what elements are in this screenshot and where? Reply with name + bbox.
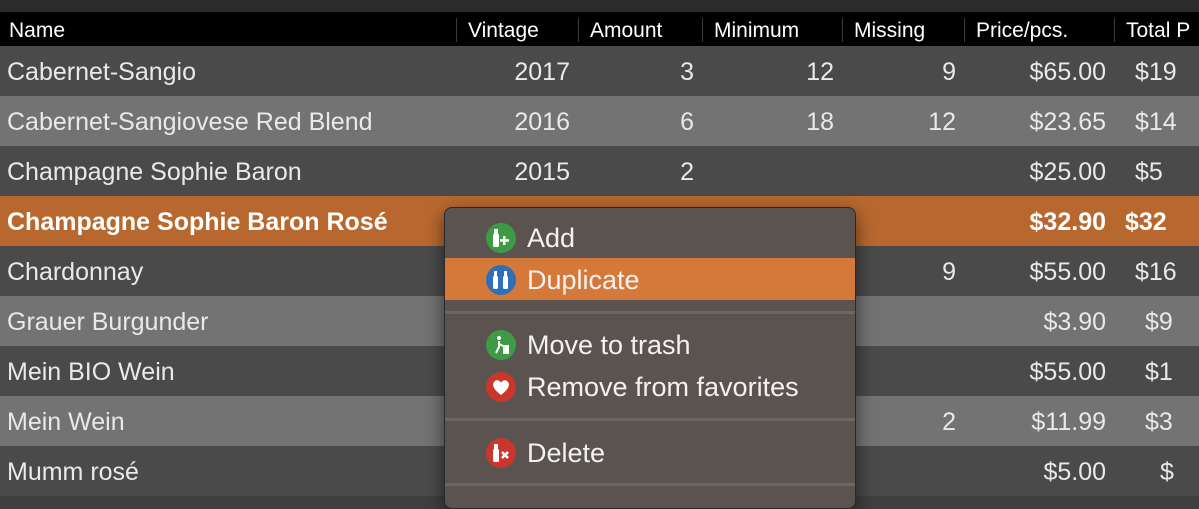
context-menu: Add Duplicate Move to trash Remove from … bbox=[444, 207, 856, 509]
cell-total: $ bbox=[1160, 458, 1174, 486]
menu-item-label: Delete bbox=[527, 438, 606, 468]
cell-name: Mein Wein bbox=[7, 408, 125, 436]
cell-amount: 6 bbox=[680, 108, 694, 136]
column-divider[interactable] bbox=[1114, 18, 1115, 42]
cell-name: Chardonnay bbox=[7, 258, 144, 286]
cell-minimum: 12 bbox=[806, 58, 834, 86]
bottle-add-icon bbox=[486, 223, 516, 253]
column-divider[interactable] bbox=[842, 18, 843, 42]
cell-amount: 3 bbox=[680, 58, 694, 86]
column-header-minimum[interactable]: Minimum bbox=[705, 12, 842, 46]
cell-price: $25.00 bbox=[1029, 158, 1106, 186]
table-header: Name Vintage Amount Minimum Missing Pric… bbox=[0, 12, 1199, 46]
menu-item-label: Duplicate bbox=[527, 265, 640, 295]
cell-total: $3 bbox=[1145, 408, 1173, 436]
cell-name: Mein BIO Wein bbox=[7, 358, 175, 386]
cell-missing: 9 bbox=[942, 258, 956, 286]
cell-total: $16 bbox=[1135, 258, 1177, 286]
bottle-delete-icon bbox=[486, 438, 516, 468]
window-top-strip bbox=[0, 0, 1199, 12]
cell-total: $9 bbox=[1145, 308, 1173, 336]
cell-vintage: 2016 bbox=[514, 108, 570, 136]
menu-item-add[interactable]: Add bbox=[445, 216, 855, 258]
cell-missing: 2 bbox=[942, 408, 956, 436]
column-divider[interactable] bbox=[964, 18, 965, 42]
cell-price: $5.00 bbox=[1043, 458, 1106, 486]
column-divider[interactable] bbox=[456, 18, 457, 42]
column-header-missing[interactable]: Missing bbox=[845, 12, 964, 46]
cell-name: Champagne Sophie Baron bbox=[7, 158, 302, 186]
cell-total: $1 bbox=[1145, 358, 1173, 386]
menu-item-remove-from-favorites[interactable]: Remove from favorites bbox=[445, 365, 855, 407]
cell-amount: 2 bbox=[680, 158, 694, 186]
cell-minimum bbox=[705, 146, 834, 196]
menu-item-duplicate[interactable]: Duplicate bbox=[445, 258, 855, 300]
cell-price: $55.00 bbox=[1029, 358, 1106, 386]
cell-vintage: 2017 bbox=[514, 58, 570, 86]
cell-price: $23.65 bbox=[1029, 108, 1106, 136]
menu-item-move-to-trash[interactable]: Move to trash bbox=[445, 323, 855, 365]
cell-name: Cabernet-Sangiovese Red Blend bbox=[7, 108, 373, 136]
column-header-vintage[interactable]: Vintage bbox=[459, 12, 578, 46]
cell-name: Mumm rosé bbox=[7, 458, 139, 486]
column-divider[interactable] bbox=[578, 18, 579, 42]
cell-price: $3.90 bbox=[1043, 308, 1106, 336]
cell-name: Champagne Sophie Baron Rosé bbox=[7, 208, 388, 236]
cell-total: $19 bbox=[1135, 58, 1177, 86]
cell-minimum: 18 bbox=[806, 108, 834, 136]
cell-missing bbox=[845, 146, 956, 196]
menu-item-delete[interactable]: Delete bbox=[445, 431, 855, 473]
bottles-duplicate-icon bbox=[486, 265, 516, 295]
cell-total: $14 bbox=[1135, 108, 1177, 136]
menu-item-label: Add bbox=[527, 223, 576, 253]
column-header-price[interactable]: Price/pcs. bbox=[967, 12, 1114, 46]
cell-missing: 9 bbox=[942, 58, 956, 86]
menu-separator bbox=[445, 483, 855, 486]
table-row[interactable]: Cabernet-Sangio 2017 3 12 9 $65.00 $19 bbox=[0, 46, 1199, 96]
menu-item-label: Remove from favorites bbox=[527, 372, 799, 402]
cell-price: $32.90 bbox=[1029, 208, 1106, 236]
cell-name: Grauer Burgunder bbox=[7, 308, 209, 336]
trash-icon bbox=[486, 330, 516, 360]
cell-price: $11.99 bbox=[1031, 408, 1106, 436]
cell-price: $65.00 bbox=[1029, 58, 1106, 86]
cell-total: $32 bbox=[1125, 208, 1167, 236]
cell-name: Cabernet-Sangio bbox=[7, 58, 197, 86]
column-divider[interactable] bbox=[702, 18, 703, 42]
menu-item-label: Move to trash bbox=[527, 330, 691, 360]
table-row[interactable]: Champagne Sophie Baron 2015 2 $25.00 $5 bbox=[0, 146, 1199, 196]
menu-separator bbox=[445, 311, 855, 314]
cell-vintage: 2015 bbox=[514, 158, 570, 186]
column-header-amount[interactable]: Amount bbox=[581, 12, 702, 46]
cell-total: $5 bbox=[1135, 158, 1163, 186]
cell-price: $55.00 bbox=[1029, 258, 1106, 286]
cell-missing: 12 bbox=[928, 108, 956, 136]
column-header-total[interactable]: Total P bbox=[1117, 12, 1199, 46]
table-row[interactable]: Cabernet-Sangiovese Red Blend 2016 6 18 … bbox=[0, 96, 1199, 146]
menu-separator bbox=[445, 418, 855, 421]
column-header-name[interactable]: Name bbox=[0, 12, 456, 46]
heart-icon bbox=[486, 372, 516, 402]
